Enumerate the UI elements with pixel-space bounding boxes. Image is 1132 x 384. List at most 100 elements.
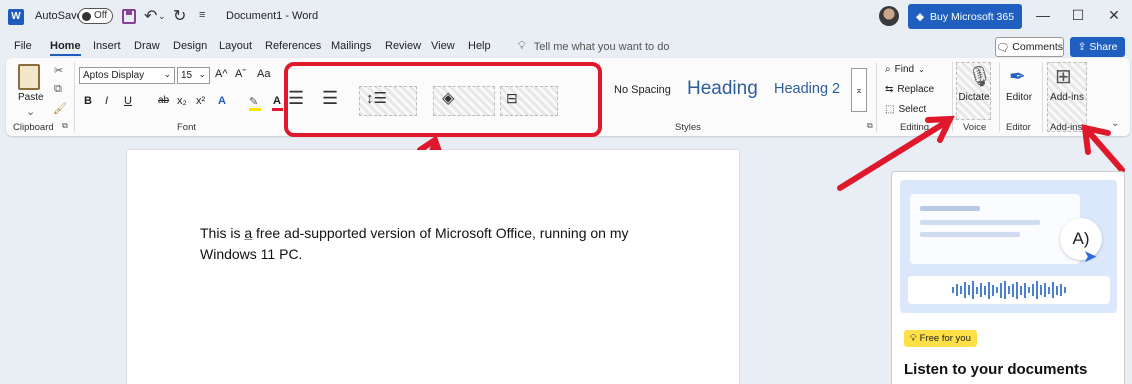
replace-label: Replace (897, 84, 935, 95)
shrink-font-button[interactable]: Aˇ (235, 68, 246, 80)
text-effects-icon[interactable]: A (218, 95, 226, 107)
illustration-line (920, 220, 1040, 225)
clipboard-group-label: Clipboard (13, 122, 54, 133)
font-color-icon[interactable]: A (273, 95, 281, 107)
side-pane-title: Listen to your documents (904, 361, 1088, 378)
editor-icon[interactable]: ✒ (1009, 64, 1026, 89)
comments-button[interactable]: 🗨︎ Comments (995, 37, 1064, 57)
replace-button[interactable]: ⇆ Replace (885, 84, 934, 95)
style-heading[interactable]: Heading (687, 78, 758, 100)
styles-group-label: Styles (675, 122, 701, 133)
voice-group-label: Voice (963, 122, 987, 133)
search-icon: ⌕ (885, 64, 891, 75)
autosave-label: AutoSave (35, 10, 83, 22)
font-size-value: 15 (181, 70, 193, 81)
word-logo-icon: W (8, 9, 24, 25)
save-icon[interactable] (122, 9, 136, 24)
find-button[interactable]: ⌕ Find ⌄ (885, 64, 925, 75)
cursor-icon: ⬚ (885, 104, 895, 115)
font-name-value: Aptos Display (83, 70, 145, 81)
customize-toolbar-icon[interactable]: ≡ (199, 9, 205, 21)
change-case-button[interactable]: Aa (257, 68, 270, 80)
avatar[interactable] (879, 6, 899, 26)
annotation-highlight-box (284, 62, 602, 137)
minimize-icon[interactable]: — (1033, 7, 1053, 23)
grow-font-button[interactable]: A^ (215, 68, 228, 80)
share-button[interactable]: ⇪ Share (1070, 37, 1125, 57)
style-no-spacing[interactable]: No Spacing (614, 84, 671, 96)
buy-label: Buy Microsoft 365 (930, 10, 1015, 23)
styles-more-icon[interactable]: ⌅ (851, 68, 867, 112)
autosave-toggle[interactable]: Off (78, 8, 113, 24)
add-ins-label: Add-ins (1050, 92, 1084, 103)
tab-view[interactable]: View (431, 40, 455, 52)
free-badge: 💡︎ Free for you (904, 330, 977, 347)
font-name-box[interactable]: Aptos Display ⌄ (79, 67, 175, 84)
lightbulb-icon: 💡︎ (910, 333, 917, 344)
underline-button[interactable]: U (124, 95, 132, 107)
font-size-box[interactable]: 15 ⌄ (177, 67, 210, 84)
undo-dropdown-icon[interactable]: ⌄ (158, 11, 166, 22)
editing-group-label: Editing (900, 122, 930, 133)
grid-icon: ⊞ (1055, 66, 1072, 88)
subscript-button[interactable]: x₂ (177, 95, 187, 107)
tab-mailings[interactable]: Mailings (331, 40, 371, 52)
tab-review[interactable]: Review (385, 40, 421, 52)
buy-microsoft-365-button[interactable]: ◆ Buy Microsoft 365 (908, 4, 1022, 29)
italic-button[interactable]: I (105, 95, 108, 107)
editor-label[interactable]: Editor (1004, 92, 1034, 103)
tab-home[interactable]: Home (50, 40, 81, 56)
listen-illustration: A︎) ➤ (900, 180, 1117, 313)
tab-layout[interactable]: Layout (219, 40, 252, 52)
document-paragraph[interactable]: This is a free ad-supported version of M… (200, 223, 660, 265)
font-color-bar (272, 108, 283, 111)
format-painter-icon[interactable]: 🖌︎ (53, 102, 67, 115)
tab-insert[interactable]: Insert (93, 40, 121, 52)
free-badge-label: Free for you (919, 333, 971, 344)
undo-icon[interactable]: ↶ (144, 6, 157, 26)
maximize-icon[interactable]: ☐ (1068, 7, 1088, 24)
replace-icon: ⇆ (885, 84, 894, 95)
select-button[interactable]: ⬚ Select (885, 104, 926, 115)
cursor-icon: ➤ (1083, 247, 1098, 266)
comments-label: Comments (1012, 41, 1064, 53)
redo-icon[interactable]: ↻ (173, 6, 186, 26)
tell-me-search[interactable]: 💡︎ Tell me what you want to do (518, 40, 669, 53)
toggle-knob (82, 12, 91, 21)
lightbulb-icon: 💡︎ (518, 40, 526, 52)
tab-file[interactable]: File (14, 40, 32, 52)
tab-draw[interactable]: Draw (134, 40, 160, 52)
styles-launcher-icon[interactable]: ⧉ (867, 121, 873, 131)
close-icon[interactable]: ✕ (1104, 7, 1124, 24)
illustration-window (910, 194, 1080, 264)
chevron-down-icon: ⌄ (163, 69, 171, 79)
illustration-line (920, 232, 1020, 237)
tab-design[interactable]: Design (173, 40, 207, 52)
strikethrough-button[interactable]: ab (158, 95, 169, 106)
highlight-icon[interactable]: ✎ (249, 95, 258, 108)
document-page[interactable]: This is a free ad-supported version of M… (127, 150, 739, 384)
paste-button-label[interactable]: Paste (18, 92, 44, 103)
chevron-down-icon: ⌄ (198, 69, 206, 79)
doc-text-underlined: a (244, 225, 253, 241)
style-heading-2[interactable]: Heading 2 (774, 81, 840, 97)
paste-icon[interactable] (18, 64, 40, 90)
cut-icon[interactable]: ✂ (54, 64, 63, 77)
autosave-state: Off (94, 10, 108, 21)
bold-button[interactable]: B (84, 95, 92, 107)
doc-text-start: This is (200, 225, 245, 241)
tab-help[interactable]: Help (468, 40, 491, 52)
copy-icon[interactable]: ⧉ (54, 83, 62, 96)
tab-references[interactable]: References (265, 40, 321, 52)
editor-group-label: Editor (1006, 122, 1031, 133)
superscript-button[interactable]: x² (196, 95, 205, 107)
find-label: Find (894, 64, 915, 75)
audio-waveform (908, 276, 1110, 304)
diamond-icon: ◆ (915, 10, 925, 23)
add-ins-group-label: Add-ins (1050, 122, 1083, 133)
collapse-ribbon-icon[interactable]: ⌄ (1111, 118, 1119, 129)
clipboard-launcher-icon[interactable]: ⧉ (62, 121, 68, 131)
paste-dropdown-icon[interactable]: ⌄ (26, 105, 35, 118)
comment-icon: 🗨︎ (995, 41, 1010, 54)
dictate-label: Dictate (958, 92, 990, 103)
